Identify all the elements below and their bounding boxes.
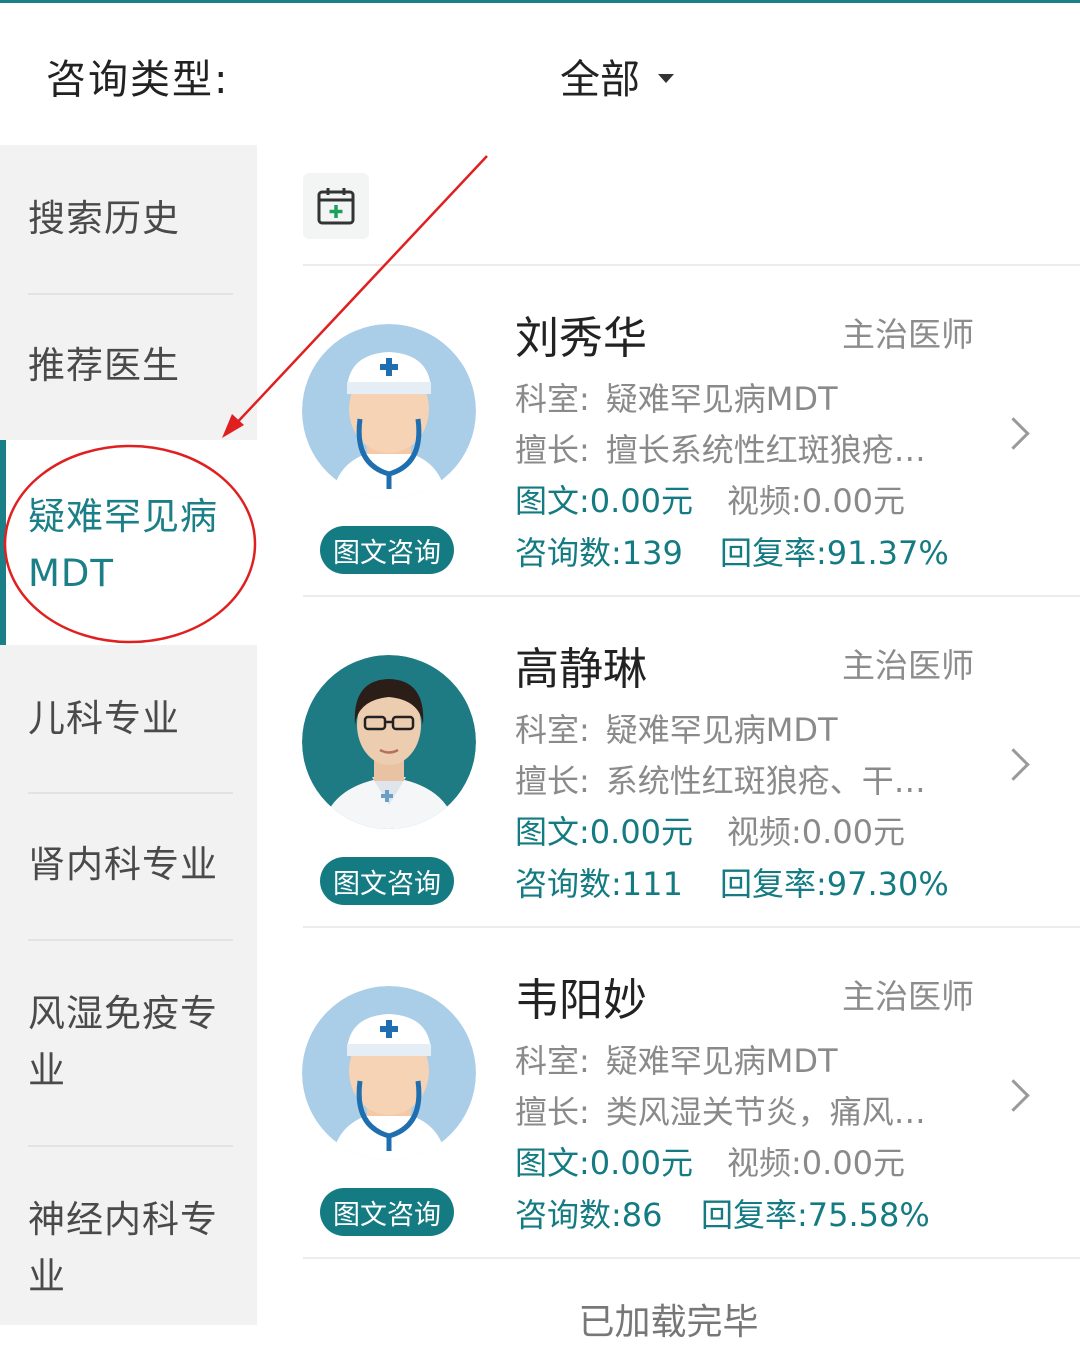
sidebar-item-label: 风湿免疫专业 bbox=[28, 992, 218, 1092]
stats-line: 咨询数:86 回复率:75.58% bbox=[515, 1190, 930, 1236]
sidebar-item-search-history[interactable]: 搜索历史 bbox=[0, 145, 257, 293]
video-price: 视频:0.00元 bbox=[727, 813, 906, 851]
consult-count: 咨询数:86 bbox=[515, 1196, 663, 1234]
consult-count: 咨询数:139 bbox=[515, 534, 683, 572]
specialty-line: 擅长: 擅长系统性红斑狼疮… bbox=[515, 431, 926, 469]
list-divider bbox=[303, 1257, 1080, 1259]
text-price: 图文:0.00元 bbox=[515, 1144, 694, 1182]
sidebar-item-rare-disease-mdt[interactable]: 疑难罕见病MDT bbox=[0, 440, 257, 645]
image-text-consult-button[interactable]: 图文咨询 bbox=[320, 1188, 454, 1236]
sidebar-item-nephrology[interactable]: 肾内科专业 bbox=[0, 794, 257, 939]
doctor-name: 刘秀华 bbox=[515, 313, 647, 364]
stats-line: 咨询数:139 回复率:91.37% bbox=[515, 528, 949, 574]
image-text-consult-button[interactable]: 图文咨询 bbox=[320, 857, 454, 905]
calendar-plus-icon bbox=[317, 188, 355, 225]
specialty-line: 擅长: 类风湿关节炎，痛风… bbox=[515, 1093, 926, 1131]
text-price: 图文:0.00元 bbox=[515, 482, 694, 520]
reply-rate: 回复率:75.58% bbox=[701, 1196, 930, 1234]
doctor-name: 高静琳 bbox=[515, 644, 647, 695]
specialty-line: 擅长: 系统性红斑狼疮、干… bbox=[515, 762, 926, 800]
consult-type-dropdown[interactable]: 全部 bbox=[560, 47, 674, 105]
doctor-title: 主治医师 bbox=[842, 315, 974, 354]
default-doctor-avatar bbox=[302, 324, 476, 498]
price-line: 图文:0.00元 视频:0.00元 bbox=[515, 476, 905, 522]
doctor-photo-avatar bbox=[302, 655, 476, 829]
doctor-card[interactable]: 图文咨询 刘秀华 主治医师 科室: 疑难罕见病MDT 擅长: 擅长系统性红斑狼疮… … bbox=[257, 266, 1080, 596]
consult-type-label: 咨询类型: bbox=[46, 57, 230, 103]
stats-line: 咨询数:111 回复率:97.30% bbox=[515, 859, 949, 905]
caret-down-icon bbox=[658, 73, 674, 83]
doctor-card[interactable]: 图文咨询 高静琳 主治医师 科室: 疑难罕见病MDT 擅长: 系统性红斑狼疮、干… … bbox=[257, 597, 1080, 927]
department-line: 科室: 疑难罕见病MDT bbox=[515, 380, 838, 418]
chevron-right-icon bbox=[997, 1079, 1030, 1112]
department-line: 科室: 疑难罕见病MDT bbox=[515, 1042, 838, 1080]
text-price: 图文:0.00元 bbox=[515, 813, 694, 851]
sidebar-item-label: 疑难罕见病MDT bbox=[28, 495, 218, 595]
sidebar-item-label: 神经内科专业 bbox=[28, 1198, 218, 1298]
price-line: 图文:0.00元 视频:0.00元 bbox=[515, 1138, 905, 1184]
sidebar-item-pediatrics[interactable]: 儿科专业 bbox=[0, 645, 257, 792]
department-line: 科室: 疑难罕见病MDT bbox=[515, 711, 838, 749]
chevron-right-icon bbox=[997, 748, 1030, 781]
list-end-text: 已加载完毕 bbox=[578, 1302, 759, 1343]
active-indicator bbox=[0, 440, 6, 645]
doctor-name: 韦阳妙 bbox=[515, 975, 647, 1026]
sidebar-item-label: 推荐医生 bbox=[28, 344, 180, 387]
doctor-title: 主治医师 bbox=[842, 977, 974, 1016]
sidebar-item-label: 肾内科专业 bbox=[28, 843, 218, 886]
video-price: 视频:0.00元 bbox=[727, 1144, 906, 1182]
reply-rate: 回复率:91.37% bbox=[720, 534, 949, 572]
calendar-add-button[interactable] bbox=[303, 173, 369, 239]
sidebar-item-neurology[interactable]: 神经内科专业 bbox=[0, 1147, 257, 1325]
doctor-list-panel: 图文咨询 刘秀华 主治医师 科室: 疑难罕见病MDT 擅长: 擅长系统性红斑狼疮… … bbox=[257, 145, 1080, 1343]
sidebar-item-rheumatology[interactable]: 风湿免疫专业 bbox=[0, 941, 257, 1145]
consult-count: 咨询数:111 bbox=[515, 865, 683, 903]
sidebar-item-label: 儿科专业 bbox=[28, 697, 180, 740]
category-sidebar: 搜索历史 推荐医生 疑难罕见病MDT 儿科专业 肾内科专业 风湿免疫专业 神经内… bbox=[0, 145, 257, 1325]
reply-rate: 回复率:97.30% bbox=[720, 865, 949, 903]
price-line: 图文:0.00元 视频:0.00元 bbox=[515, 807, 905, 853]
doctor-title: 主治医师 bbox=[842, 646, 974, 685]
sidebar-item-recommended[interactable]: 推荐医生 bbox=[0, 295, 257, 440]
default-doctor-avatar bbox=[302, 986, 476, 1160]
doctor-card[interactable]: 图文咨询 韦阳妙 主治医师 科室: 疑难罕见病MDT 擅长: 类风湿关节炎，痛风… … bbox=[257, 928, 1080, 1258]
video-price: 视频:0.00元 bbox=[727, 482, 906, 520]
consult-type-value: 全部 bbox=[560, 57, 640, 103]
image-text-consult-button[interactable]: 图文咨询 bbox=[320, 526, 454, 574]
chevron-right-icon bbox=[997, 417, 1030, 450]
sidebar-item-label: 搜索历史 bbox=[28, 197, 180, 240]
filter-header: 咨询类型: 全部 bbox=[0, 3, 1080, 145]
